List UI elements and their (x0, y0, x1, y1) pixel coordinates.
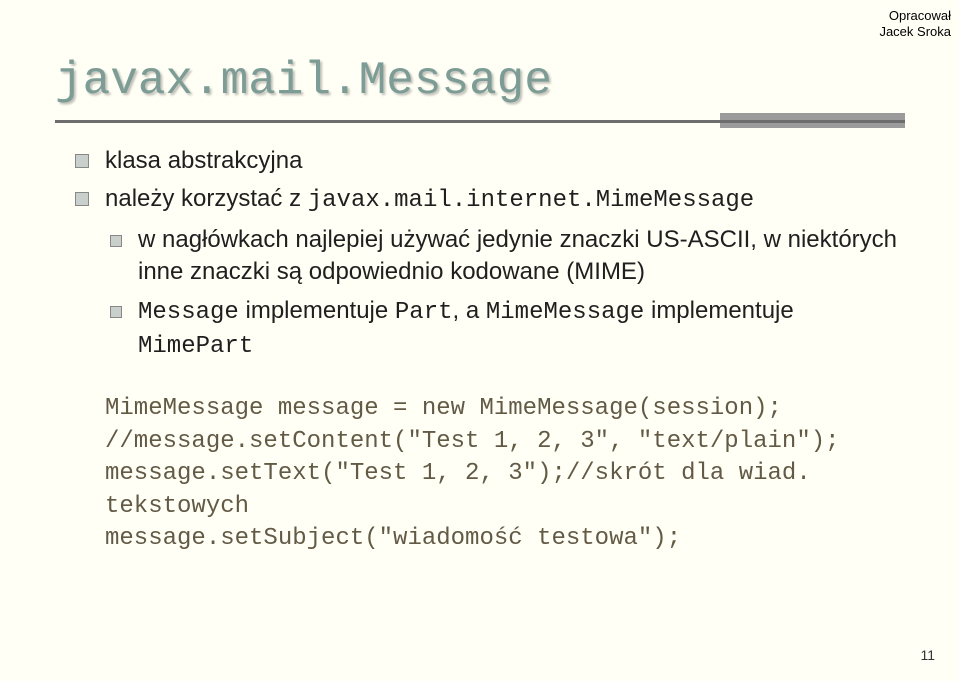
slide-content: klasa abstrakcyjna należy korzystać z ja… (75, 145, 905, 555)
bullet-text: klasa abstrakcyjna (105, 145, 302, 177)
code-line: MimeMessage message = new MimeMessage(se… (105, 393, 905, 425)
bullet-text: Message implementuje Part, a MimeMessage… (138, 295, 905, 364)
slide-title: javax.mail.Message (55, 55, 552, 107)
bullet-text-fragment: należy korzystać z (105, 185, 308, 212)
code-line: message.setText("Test 1, 2, 3");//skrót … (105, 458, 905, 523)
code-inline: Part (395, 299, 453, 326)
page-number: 11 (920, 647, 935, 663)
bullet-text: w nagłówkach najlepiej używać jedynie zn… (138, 224, 905, 289)
bullet-text-fragment: implementuje (239, 297, 395, 324)
code-line: message.setSubject("wiadomość testowa"); (105, 523, 905, 555)
square-bullet-icon (75, 154, 89, 168)
attribution-line2: Jacek Sroka (879, 24, 951, 40)
code-block: MimeMessage message = new MimeMessage(se… (105, 393, 905, 555)
square-bullet-icon (75, 192, 89, 206)
code-inline: javax.mail.internet.MimeMessage (308, 187, 754, 214)
bullet-item: należy korzystać z javax.mail.internet.M… (75, 183, 905, 217)
attribution-line1: Opracował (879, 8, 951, 24)
bullet-text-fragment: , a (453, 297, 486, 324)
code-inline: Message (138, 299, 239, 326)
square-bullet-icon (110, 235, 122, 247)
bullet-item-indent: w nagłówkach najlepiej używać jedynie zn… (110, 224, 905, 289)
bullet-item-indent: Message implementuje Part, a MimeMessage… (110, 295, 905, 364)
title-underline (55, 120, 905, 123)
code-inline: MimeMessage (486, 299, 644, 326)
bullet-text: należy korzystać z javax.mail.internet.M… (105, 183, 754, 217)
bullet-text-fragment: implementuje (644, 297, 793, 324)
code-inline: MimePart (138, 333, 253, 360)
attribution: Opracował Jacek Sroka (879, 8, 951, 39)
bullet-item: klasa abstrakcyjna (75, 145, 905, 177)
code-line: //message.setContent("Test 1, 2, 3", "te… (105, 426, 905, 458)
square-bullet-icon (110, 306, 122, 318)
